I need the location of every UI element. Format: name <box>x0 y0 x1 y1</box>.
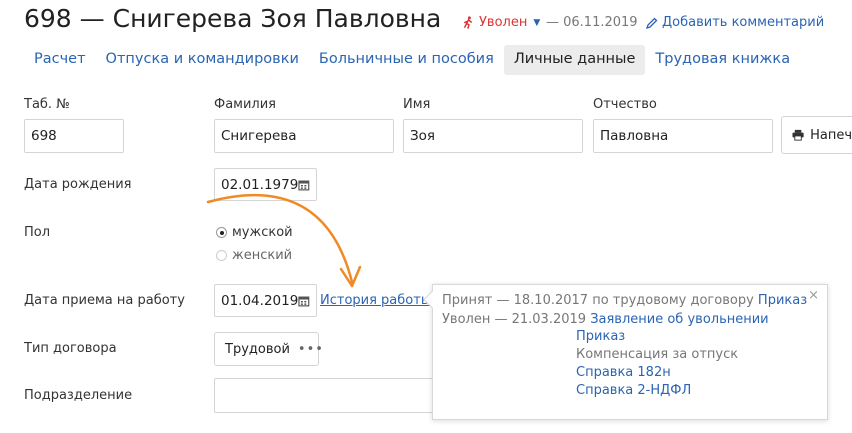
tab-vacations[interactable]: Отпуска и командировки <box>96 45 309 75</box>
certificate-2ndfl-link[interactable]: Справка 2-НДФЛ <box>576 383 691 398</box>
fired-text: Уволен — 21.03.2019 <box>442 312 587 327</box>
tab-no-value: 698 <box>31 128 57 144</box>
tab-payroll[interactable]: Расчет <box>24 45 96 75</box>
hired-text: Принят — 18.10.2017 по трудовому договор… <box>442 293 754 308</box>
tab-work-book[interactable]: Трудовая книжка <box>645 45 800 75</box>
patronymic-field[interactable]: Павловна <box>593 119 773 153</box>
dismissal-order-link[interactable]: Приказ <box>576 329 625 344</box>
status-dropdown[interactable]: Уволен ▼ <box>462 15 540 30</box>
printer-icon <box>792 129 804 141</box>
department-field[interactable] <box>214 378 444 413</box>
last-name-field[interactable]: Снигерева <box>214 119 394 153</box>
dismissal-application-link[interactable]: Заявление об увольнении <box>590 312 768 327</box>
annotation-arrow-icon <box>206 193 362 288</box>
pencil-icon <box>646 17 658 29</box>
add-comment-link[interactable]: Добавить комментарий <box>646 15 824 30</box>
vacation-compensation-text: Компенсация за отпуск <box>576 347 739 362</box>
page-title: 698 — Снигерева Зоя Павловна <box>24 4 442 33</box>
calendar-icon[interactable] <box>298 179 310 191</box>
first-name-label: Имя <box>403 97 431 112</box>
patronymic-label: Отчество <box>593 97 657 112</box>
last-name-label: Фамилия <box>214 97 276 112</box>
certificate-182n-link[interactable]: Справка 182н <box>576 365 671 380</box>
contract-type-label: Тип договора <box>24 341 117 356</box>
status-date: — 06.11.2019 <box>546 15 638 30</box>
tab-personal-data[interactable]: Личные данные <box>503 45 646 75</box>
tab-bar: Расчет Отпуска и командировки Больничные… <box>24 45 800 75</box>
dismissed-icon <box>464 16 473 29</box>
more-icon: ••• <box>297 341 324 357</box>
print-label: Напеча <box>810 127 852 143</box>
gender-label: Пол <box>24 225 51 240</box>
first-name-field[interactable]: Зоя <box>403 119 583 153</box>
hired-order-link[interactable]: Приказ <box>758 293 807 308</box>
contract-type-select[interactable]: Трудовой ••• <box>214 332 323 366</box>
close-icon[interactable]: × <box>808 288 819 303</box>
work-history-popup: × Принят — 18.10.2017 по трудовому догов… <box>423 284 828 420</box>
birth-date-label: Дата рождения <box>24 177 132 192</box>
calendar-icon[interactable] <box>298 295 310 307</box>
first-name-value: Зоя <box>410 128 436 144</box>
department-label: Подразделение <box>24 388 133 403</box>
hire-date-value: 01.04.2019 <box>221 292 299 309</box>
last-name-value: Снигерева <box>221 128 297 144</box>
tab-no-label: Таб. № <box>24 97 70 112</box>
print-button[interactable]: Напеча <box>781 116 852 154</box>
tab-no-field[interactable]: 698 <box>24 119 124 153</box>
add-comment-label: Добавить комментарий <box>662 15 825 30</box>
hire-date-label: Дата приема на работу <box>24 293 185 308</box>
status-label: Уволен <box>479 15 528 30</box>
hire-date-field[interactable]: 01.04.2019 <box>214 284 317 317</box>
patronymic-value: Павловна <box>600 128 669 144</box>
work-history-link[interactable]: История работы <box>320 293 431 308</box>
contract-type-value: Трудовой <box>225 341 290 357</box>
chevron-down-icon: ▼ <box>533 17 541 28</box>
tab-sick-leave[interactable]: Больничные и пособия <box>309 45 504 75</box>
